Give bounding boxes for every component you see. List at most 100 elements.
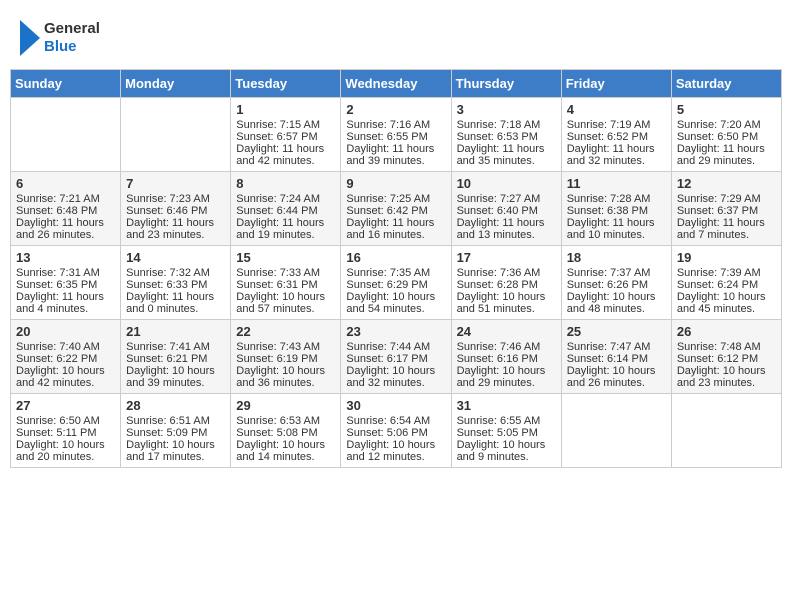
weekday-thursday: Thursday	[451, 70, 561, 98]
calendar-cell: 16Sunrise: 7:35 AMSunset: 6:29 PMDayligh…	[341, 246, 451, 320]
day-info: Daylight: 10 hours and 42 minutes.	[16, 365, 115, 389]
day-info: Sunrise: 7:16 AM	[346, 119, 445, 131]
logo-blue: Blue	[44, 38, 100, 56]
day-info: Sunrise: 7:35 AM	[346, 267, 445, 279]
day-info: Daylight: 10 hours and 23 minutes.	[677, 365, 776, 389]
logo-triangle-icon	[20, 20, 40, 56]
day-info: Sunset: 6:52 PM	[567, 131, 666, 143]
weekday-sunday: Sunday	[11, 70, 121, 98]
calendar-cell: 7Sunrise: 7:23 AMSunset: 6:46 PMDaylight…	[121, 172, 231, 246]
calendar-cell: 9Sunrise: 7:25 AMSunset: 6:42 PMDaylight…	[341, 172, 451, 246]
calendar-cell: 15Sunrise: 7:33 AMSunset: 6:31 PMDayligh…	[231, 246, 341, 320]
calendar-cell: 20Sunrise: 7:40 AMSunset: 6:22 PMDayligh…	[11, 320, 121, 394]
day-info: Sunrise: 7:15 AM	[236, 119, 335, 131]
week-row-4: 20Sunrise: 7:40 AMSunset: 6:22 PMDayligh…	[11, 320, 782, 394]
day-number: 22	[236, 324, 335, 339]
calendar-cell: 31Sunrise: 6:55 AMSunset: 5:05 PMDayligh…	[451, 394, 561, 468]
day-number: 6	[16, 176, 115, 191]
day-info: Daylight: 10 hours and 51 minutes.	[457, 291, 556, 315]
day-number: 29	[236, 398, 335, 413]
day-info: Sunrise: 7:19 AM	[567, 119, 666, 131]
day-info: Sunset: 6:38 PM	[567, 205, 666, 217]
page-header: General Blue	[10, 10, 782, 61]
calendar-cell: 12Sunrise: 7:29 AMSunset: 6:37 PMDayligh…	[671, 172, 781, 246]
calendar-cell: 27Sunrise: 6:50 AMSunset: 5:11 PMDayligh…	[11, 394, 121, 468]
day-info: Sunset: 6:19 PM	[236, 353, 335, 365]
week-row-5: 27Sunrise: 6:50 AMSunset: 5:11 PMDayligh…	[11, 394, 782, 468]
day-info: Sunset: 6:57 PM	[236, 131, 335, 143]
weekday-header-row: SundayMondayTuesdayWednesdayThursdayFrid…	[11, 70, 782, 98]
calendar-cell	[671, 394, 781, 468]
day-number: 14	[126, 250, 225, 265]
day-info: Sunrise: 7:41 AM	[126, 341, 225, 353]
day-info: Daylight: 10 hours and 12 minutes.	[346, 439, 445, 463]
calendar-cell: 23Sunrise: 7:44 AMSunset: 6:17 PMDayligh…	[341, 320, 451, 394]
day-info: Sunrise: 7:39 AM	[677, 267, 776, 279]
day-info: Sunset: 6:44 PM	[236, 205, 335, 217]
day-info: Sunrise: 6:55 AM	[457, 415, 556, 427]
day-number: 7	[126, 176, 225, 191]
day-info: Sunrise: 7:48 AM	[677, 341, 776, 353]
calendar-cell: 13Sunrise: 7:31 AMSunset: 6:35 PMDayligh…	[11, 246, 121, 320]
day-number: 2	[346, 102, 445, 117]
day-info: Sunrise: 6:53 AM	[236, 415, 335, 427]
day-number: 13	[16, 250, 115, 265]
day-number: 8	[236, 176, 335, 191]
day-info: Sunrise: 7:32 AM	[126, 267, 225, 279]
day-number: 12	[677, 176, 776, 191]
day-info: Daylight: 11 hours and 13 minutes.	[457, 217, 556, 241]
day-info: Daylight: 10 hours and 9 minutes.	[457, 439, 556, 463]
day-info: Sunrise: 7:46 AM	[457, 341, 556, 353]
calendar-cell: 6Sunrise: 7:21 AMSunset: 6:48 PMDaylight…	[11, 172, 121, 246]
calendar-cell: 24Sunrise: 7:46 AMSunset: 6:16 PMDayligh…	[451, 320, 561, 394]
calendar-cell: 10Sunrise: 7:27 AMSunset: 6:40 PMDayligh…	[451, 172, 561, 246]
day-info: Sunrise: 7:21 AM	[16, 193, 115, 205]
day-info: Daylight: 11 hours and 35 minutes.	[457, 143, 556, 167]
day-info: Sunset: 5:05 PM	[457, 427, 556, 439]
day-info: Sunrise: 7:27 AM	[457, 193, 556, 205]
day-info: Daylight: 10 hours and 17 minutes.	[126, 439, 225, 463]
calendar-cell: 1Sunrise: 7:15 AMSunset: 6:57 PMDaylight…	[231, 98, 341, 172]
day-number: 24	[457, 324, 556, 339]
weekday-saturday: Saturday	[671, 70, 781, 98]
day-info: Sunset: 6:50 PM	[677, 131, 776, 143]
day-info: Daylight: 10 hours and 14 minutes.	[236, 439, 335, 463]
day-info: Sunset: 6:42 PM	[346, 205, 445, 217]
calendar-cell: 25Sunrise: 7:47 AMSunset: 6:14 PMDayligh…	[561, 320, 671, 394]
day-info: Sunrise: 7:40 AM	[16, 341, 115, 353]
day-info: Daylight: 11 hours and 29 minutes.	[677, 143, 776, 167]
day-info: Sunset: 6:17 PM	[346, 353, 445, 365]
calendar-cell: 21Sunrise: 7:41 AMSunset: 6:21 PMDayligh…	[121, 320, 231, 394]
day-info: Daylight: 11 hours and 4 minutes.	[16, 291, 115, 315]
day-info: Daylight: 11 hours and 10 minutes.	[567, 217, 666, 241]
day-info: Daylight: 10 hours and 32 minutes.	[346, 365, 445, 389]
day-info: Sunset: 6:31 PM	[236, 279, 335, 291]
day-info: Daylight: 10 hours and 36 minutes.	[236, 365, 335, 389]
day-info: Sunrise: 7:36 AM	[457, 267, 556, 279]
weekday-wednesday: Wednesday	[341, 70, 451, 98]
calendar-cell: 14Sunrise: 7:32 AMSunset: 6:33 PMDayligh…	[121, 246, 231, 320]
day-info: Daylight: 11 hours and 19 minutes.	[236, 217, 335, 241]
day-info: Sunset: 6:40 PM	[457, 205, 556, 217]
day-info: Sunset: 6:26 PM	[567, 279, 666, 291]
day-number: 11	[567, 176, 666, 191]
day-info: Sunrise: 6:50 AM	[16, 415, 115, 427]
day-info: Sunrise: 7:28 AM	[567, 193, 666, 205]
day-info: Sunset: 6:24 PM	[677, 279, 776, 291]
calendar-cell: 2Sunrise: 7:16 AMSunset: 6:55 PMDaylight…	[341, 98, 451, 172]
day-number: 18	[567, 250, 666, 265]
day-info: Daylight: 10 hours and 20 minutes.	[16, 439, 115, 463]
day-info: Sunrise: 7:33 AM	[236, 267, 335, 279]
day-info: Daylight: 11 hours and 0 minutes.	[126, 291, 225, 315]
day-number: 16	[346, 250, 445, 265]
logo: General Blue	[20, 20, 100, 56]
calendar-cell: 29Sunrise: 6:53 AMSunset: 5:08 PMDayligh…	[231, 394, 341, 468]
day-info: Sunset: 5:06 PM	[346, 427, 445, 439]
day-info: Daylight: 10 hours and 54 minutes.	[346, 291, 445, 315]
day-info: Sunrise: 7:18 AM	[457, 119, 556, 131]
day-info: Daylight: 11 hours and 23 minutes.	[126, 217, 225, 241]
day-number: 21	[126, 324, 225, 339]
day-number: 17	[457, 250, 556, 265]
day-info: Daylight: 11 hours and 42 minutes.	[236, 143, 335, 167]
day-info: Sunrise: 7:25 AM	[346, 193, 445, 205]
